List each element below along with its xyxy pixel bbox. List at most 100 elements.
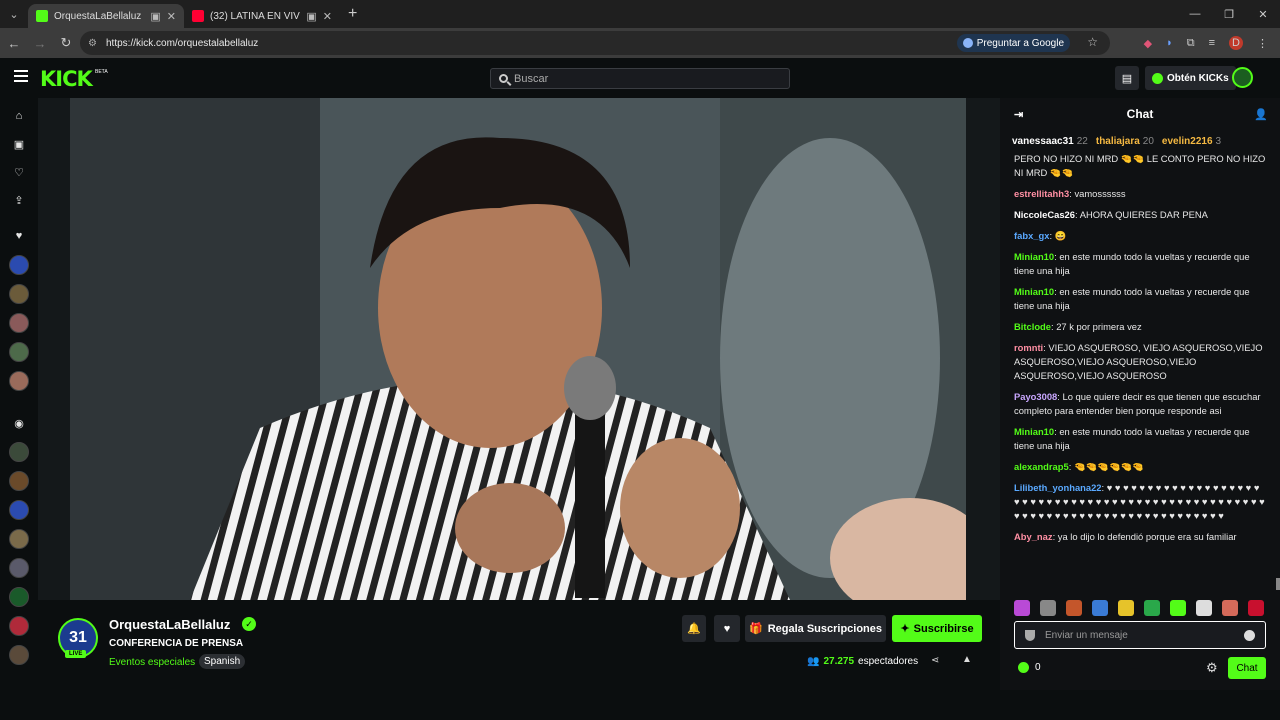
kick-logo[interactable]: KICK bbox=[40, 67, 93, 91]
chat-message: Aby_naz: ya lo dijo lo defendió porque e… bbox=[1014, 530, 1266, 544]
maximize-icon[interactable]: ❐ bbox=[1212, 0, 1246, 28]
back-icon[interactable]: ← bbox=[2, 31, 26, 55]
home-icon[interactable]: ⌂ bbox=[9, 106, 29, 126]
chat-username[interactable]: Minian10 bbox=[1014, 286, 1054, 297]
tab-mute-icon[interactable]: ▣ bbox=[150, 10, 160, 23]
live-channel-avatar[interactable] bbox=[9, 471, 29, 491]
chat-text: vamossssss bbox=[1074, 188, 1126, 199]
address-bar[interactable]: ⚙ https://kick.com/orquestalabellaluz Pr… bbox=[80, 31, 1110, 55]
extension-icon[interactable]: ◗ bbox=[1166, 37, 1173, 49]
subscribe-button[interactable]: ✦ Suscribirse bbox=[892, 615, 982, 642]
get-kicks-button[interactable]: Obtén KICKs bbox=[1145, 66, 1236, 90]
chat-username[interactable]: Minian10 bbox=[1014, 251, 1054, 262]
live-channel-avatar[interactable] bbox=[9, 587, 29, 607]
live-channel-avatar[interactable] bbox=[9, 442, 29, 462]
chat-panel: ⇥ Chat 👤 vanessaac31 22 thaliajara 20 evel… bbox=[1000, 98, 1280, 690]
share-icon[interactable]: ⋖ bbox=[931, 655, 939, 666]
chat-username[interactable]: Minian10 bbox=[1014, 426, 1054, 437]
language-tag[interactable]: Spanish bbox=[199, 654, 246, 669]
follow-heart-button[interactable]: ♥ bbox=[714, 615, 740, 642]
emote-icon[interactable] bbox=[1040, 600, 1056, 616]
emote-icon[interactable] bbox=[1170, 600, 1186, 616]
followed-channel-avatar[interactable] bbox=[9, 284, 29, 304]
notification-bell-button[interactable]: 🔔 bbox=[682, 615, 706, 642]
gifter-item[interactable]: thaliajara 20 bbox=[1096, 136, 1154, 147]
browser-tab-youtube[interactable]: (32) LATINA EN VIVO: NOTI ▣ ✕ bbox=[184, 4, 340, 28]
emote-icon[interactable] bbox=[1014, 600, 1030, 616]
hamburger-menu-icon[interactable] bbox=[14, 70, 28, 82]
ask-google-button[interactable]: Preguntar a Google bbox=[956, 34, 1070, 52]
kick-favicon-icon bbox=[36, 10, 48, 22]
browse-icon[interactable]: ▣ bbox=[9, 134, 29, 154]
new-tab-button[interactable]: + bbox=[348, 5, 357, 23]
profile-avatar[interactable]: D bbox=[1229, 36, 1243, 50]
tab-mute-icon[interactable]: ▣ bbox=[306, 10, 316, 23]
user-avatar[interactable] bbox=[1232, 67, 1253, 88]
chat-username[interactable]: romnti bbox=[1014, 342, 1043, 353]
chat-messages: PERO NO HIZO NI MRD 🤏🤏 LE CONTO PERO NO … bbox=[1000, 152, 1280, 595]
live-channel-avatar[interactable] bbox=[9, 645, 29, 665]
live-channel-avatar[interactable] bbox=[9, 616, 29, 636]
emote-icon[interactable] bbox=[1092, 600, 1108, 616]
live-channel-avatar[interactable] bbox=[9, 500, 29, 520]
channel-points[interactable]: 0 bbox=[1018, 662, 1041, 673]
users-icon[interactable]: 👤 bbox=[1254, 108, 1268, 121]
followed-channel-avatar[interactable] bbox=[9, 371, 29, 391]
gifter-item[interactable]: vanessaac31 22 bbox=[1012, 136, 1088, 147]
stream-category[interactable]: Eventos especiales bbox=[109, 657, 195, 668]
chat-username[interactable]: alexandrap5 bbox=[1014, 461, 1069, 472]
chat-settings-icon[interactable]: ⚙ bbox=[1206, 660, 1218, 676]
clips-icon[interactable]: ⇪ bbox=[9, 190, 29, 210]
channel-name[interactable]: OrquestaLaBellaluz bbox=[109, 617, 230, 632]
browser-menu-icon[interactable]: ⋮ bbox=[1257, 37, 1268, 50]
tab-close-icon[interactable]: ✕ bbox=[323, 10, 332, 23]
minimize-icon[interactable]: — bbox=[1178, 0, 1212, 28]
reading-list-icon[interactable]: ≡ bbox=[1209, 37, 1215, 49]
chat-text: PERO NO HIZO NI MRD 🤏🤏 LE CONTO PERO NO … bbox=[1014, 153, 1266, 178]
chat-username[interactable]: NiccoleCas26 bbox=[1014, 209, 1075, 220]
chat-username[interactable]: fabx_gx bbox=[1014, 230, 1049, 241]
followed-channel-avatar[interactable] bbox=[9, 313, 29, 333]
followed-channel-avatar[interactable] bbox=[9, 342, 29, 362]
search-input[interactable]: Buscar bbox=[490, 68, 790, 89]
emote-icon[interactable] bbox=[1118, 600, 1134, 616]
gift-subs-button[interactable]: 🎁 Regala Suscripciones bbox=[745, 615, 886, 642]
browser-tab-kick[interactable]: OrquestaLaBellaluz Stream ▣ ✕ bbox=[28, 4, 184, 28]
forward-icon[interactable]: → bbox=[28, 31, 52, 55]
reload-icon[interactable]: ↻ bbox=[54, 31, 78, 55]
chat-username[interactable]: estrellitahh3 bbox=[1014, 188, 1069, 199]
tab-search-button[interactable]: ⌄ bbox=[0, 0, 28, 28]
close-window-icon[interactable]: ✕ bbox=[1246, 0, 1280, 28]
chat-message: NiccoleCas26: AHORA QUIERES DAR PENA bbox=[1014, 208, 1266, 222]
tab-close-icon[interactable]: ✕ bbox=[167, 10, 176, 23]
library-icon[interactable]: ▤ bbox=[1115, 66, 1139, 90]
chat-username[interactable]: Lilibeth_yonhana22 bbox=[1014, 482, 1102, 493]
emote-icon[interactable] bbox=[1144, 600, 1160, 616]
live-channel-avatar[interactable] bbox=[9, 529, 29, 549]
report-warning-icon[interactable]: ▲ bbox=[962, 654, 972, 665]
chat-scrollbar[interactable] bbox=[1276, 578, 1280, 590]
chat-username[interactable]: Aby_naz bbox=[1014, 531, 1053, 542]
chat-username[interactable]: Bitclode bbox=[1014, 321, 1051, 332]
live-channels-icon: ◉ bbox=[14, 417, 24, 430]
emoji-picker-icon[interactable] bbox=[1244, 630, 1255, 641]
extension-icon[interactable]: ◆ bbox=[1144, 37, 1152, 50]
emote-icon[interactable] bbox=[1066, 600, 1082, 616]
chat-message-input[interactable]: Enviar un mensaje bbox=[1014, 621, 1266, 649]
chat-username[interactable]: Payo3008 bbox=[1014, 391, 1057, 402]
bookmark-star-icon[interactable]: ☆ bbox=[1087, 35, 1098, 49]
puzzle-extensions-icon[interactable]: ⧉ bbox=[1187, 37, 1195, 50]
emote-icon[interactable] bbox=[1196, 600, 1212, 616]
video-player[interactable] bbox=[38, 98, 1000, 600]
site-info-icon[interactable]: ⚙ bbox=[88, 38, 97, 49]
gifter-item[interactable]: evelin2216 3 bbox=[1162, 136, 1221, 147]
send-chat-button[interactable]: Chat bbox=[1228, 657, 1266, 679]
emote-icon[interactable] bbox=[1248, 600, 1264, 616]
points-value: 0 bbox=[1035, 662, 1041, 673]
collapse-chat-icon[interactable]: ⇥ bbox=[1014, 108, 1023, 121]
chat-message: alexandrap5: 🤏🤏🤏🤏🤏🤏 bbox=[1014, 460, 1266, 474]
following-icon[interactable]: ♡ bbox=[9, 162, 29, 182]
live-channel-avatar[interactable] bbox=[9, 558, 29, 578]
followed-channel-avatar[interactable] bbox=[9, 255, 29, 275]
emote-icon[interactable] bbox=[1222, 600, 1238, 616]
